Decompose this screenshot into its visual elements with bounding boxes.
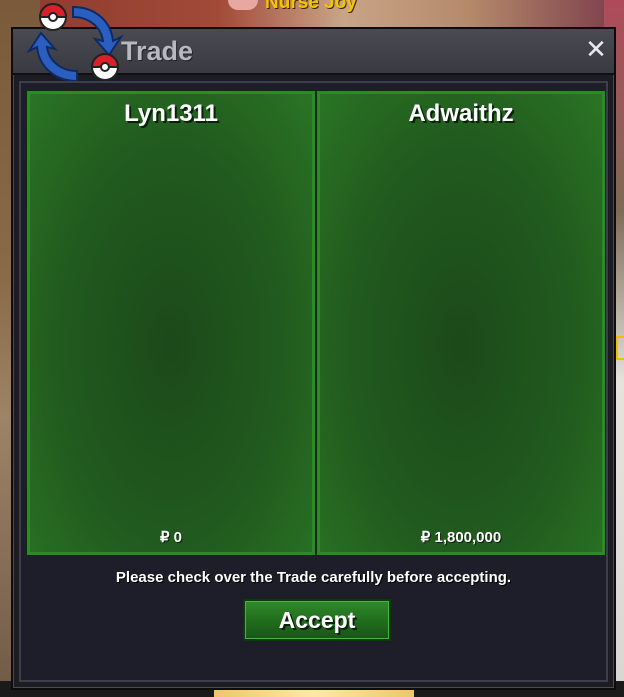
trade-panel-partner[interactable]: Adwaithz ₽ 1,800,000 xyxy=(317,91,605,555)
trade-window: Trade ✕ Lyn1311 ₽ 0 Adwaithz ₽ 1,800,000… xyxy=(11,3,616,690)
window-title: Trade xyxy=(121,36,194,66)
trade-panel-self[interactable]: Lyn1311 ₽ 0 xyxy=(27,91,315,555)
accept-button[interactable]: Accept xyxy=(243,599,391,641)
offscreen-marker xyxy=(616,336,624,360)
money-offer-self: ₽ 0 xyxy=(159,529,183,546)
npc-name-label: Nurse Joy xyxy=(265,0,357,13)
player-name-self: Lyn1311 xyxy=(124,100,218,127)
player-name-partner: Adwaithz xyxy=(408,100,514,127)
trade-body: Lyn1311 ₽ 0 Adwaithz ₽ 1,800,000 Please … xyxy=(19,81,608,682)
money-offer-partner: ₽ 1,800,000 xyxy=(420,529,502,546)
trade-notice: Please check over the Trade carefully be… xyxy=(115,569,512,586)
close-icon[interactable]: ✕ xyxy=(582,36,610,64)
pokeball-trade-icon xyxy=(26,3,124,83)
